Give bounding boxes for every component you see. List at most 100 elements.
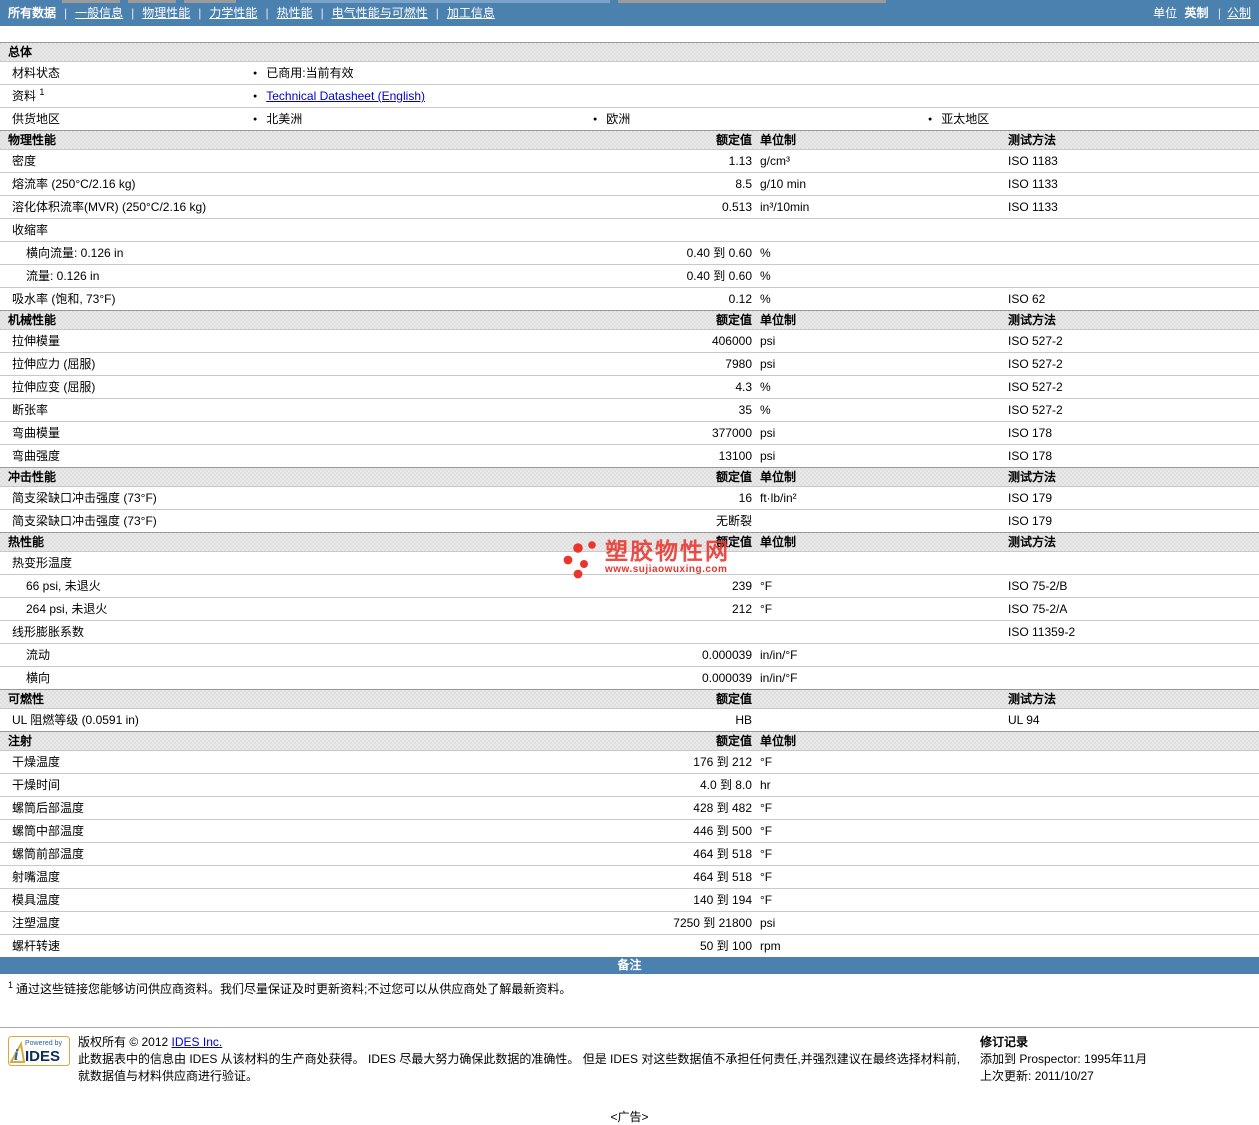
row-label: 264 psi, 未退火	[26, 602, 108, 616]
disclaimer-line-1: 此数据表中的信息由 IDES 从该材料的生产商处获得。 IDES 尽最大努力确保…	[78, 1052, 961, 1066]
nav-item-4[interactable]: 热性能	[277, 6, 313, 20]
bullet-text: 已商用:当前有效	[266, 66, 354, 80]
section-header-thermal: 热性能 额定值 单位制 测试方法	[0, 532, 1259, 551]
revision-record: 修订记录 添加到 Prospector: 1995年11月 上次更新: 2011…	[980, 1034, 1147, 1085]
row-value: 8.5	[735, 177, 752, 191]
section-title: 冲击性能	[8, 470, 57, 484]
property-tables: 总体 材料状态 ● 已商用:当前有效 资料 1 ● Technical Datasheet …	[0, 42, 1259, 957]
section-title: 机械性能	[8, 313, 57, 327]
bullet-item: ● 欧洲	[593, 108, 630, 131]
row-test-method: ISO 527-2	[1008, 334, 1063, 348]
copyright-line: 版权所有 © 2012 IDES Inc.	[78, 1034, 960, 1051]
row-unit: %	[760, 292, 771, 306]
column-header-unit: 单位制	[760, 734, 797, 748]
table-row: 横向流量: 0.126 in 0.40 到 0.60%	[0, 241, 1259, 264]
row-value: 0.513	[721, 200, 752, 214]
row-test-method: ISO 527-2	[1008, 357, 1063, 371]
unit-imperial-current[interactable]: 英制	[1185, 6, 1209, 20]
revision-added-label: 添加到 Prospector:	[980, 1052, 1081, 1066]
column-header-value: 额定值	[715, 692, 752, 706]
row-label: 材料状态	[12, 66, 61, 80]
table-row: 拉伸应变 (屈服) 4.3% ISO 527-2	[0, 375, 1259, 398]
row-value: 176 到 212	[693, 755, 752, 769]
revision-updated-value: 2011/10/27	[1034, 1069, 1094, 1083]
ides-logo: i Powered by IDES	[8, 1036, 70, 1069]
table-row: 线形膨胀系数 ISO 11359-2	[0, 620, 1259, 643]
row-test-method: ISO 1133	[1008, 177, 1058, 191]
row-unit: psi	[760, 426, 776, 440]
row-test-method: ISO 1183	[1008, 154, 1058, 168]
row-value: 377000	[711, 426, 752, 440]
row-unit: in/in/°F	[760, 671, 798, 685]
nav-item-2[interactable]: 物理性能	[142, 6, 190, 20]
table-row: 弯曲强度 13100 psi ISO 178	[0, 444, 1259, 467]
nav-item-3[interactable]: 力学性能	[209, 6, 257, 20]
table-row: 简支梁缺口冲击强度 (73°F) 无断裂 ISO 179	[0, 509, 1259, 532]
column-header-value: 额定值	[715, 535, 752, 549]
table-row: 溶化体积流率(MVR) (250°C/2.16 kg) 0.513 in³/10mi…	[0, 195, 1259, 218]
nav-separator: |	[131, 6, 135, 20]
nav-separator: |	[198, 6, 202, 20]
section-header-flammability: 可燃性 额定值 测试方法	[0, 689, 1259, 708]
nav-separator: |	[435, 6, 439, 20]
datasheet-link[interactable]: Technical Datasheet (English)	[266, 89, 425, 103]
table-row: 供货地区 ● 北美洲 ● 欧洲 ● 亚太地区	[0, 107, 1259, 130]
table-row: 热变形温度	[0, 551, 1259, 574]
row-label: 弯曲强度	[12, 449, 61, 463]
nav-separator: |	[320, 6, 324, 20]
bullet-text: 亚太地区	[941, 112, 990, 126]
column-header-method: 测试方法	[1008, 470, 1057, 484]
row-value: 4.3	[735, 380, 752, 394]
section-general: 总体 材料状态 ● 已商用:当前有效 资料 1 ● Technical Datasheet …	[0, 42, 1259, 130]
row-test-method: ISO 1133	[1008, 200, 1058, 214]
datasheet-page: 所有数据 | 一般信息 | 物理性能 | 力学性能 | 热性能 | 电气性能与可燃性 | 加工信息 单位…	[0, 0, 1259, 1125]
bullet-icon: ●	[253, 116, 258, 123]
ides-inc-link[interactable]: IDES Inc.	[172, 1035, 223, 1049]
bullet-item: ● 已商用:当前有效	[253, 62, 354, 85]
table-row: 螺筒后部温度 428 到 482 °F	[0, 796, 1259, 819]
row-label: 横向流量: 0.126 in	[26, 246, 124, 260]
section-header-physical: 物理性能 额定值 单位制 测试方法	[0, 130, 1259, 149]
table-row: 简支梁缺口冲击强度 (73°F) 16 ft·lb/in² ISO 179	[0, 486, 1259, 509]
column-header-method: 测试方法	[1008, 133, 1057, 147]
row-label: 溶化体积流率(MVR) (250°C/2.16 kg)	[12, 200, 207, 214]
row-test-method: ISO 62	[1008, 292, 1046, 306]
remark-section-header: 备注	[0, 957, 1259, 974]
unit-metric-link[interactable]: 公制	[1227, 6, 1251, 20]
section-impact: 冲击性能 额定值 单位制 测试方法 简支梁缺口冲击强度 (73°F) 16 ft·lb/in…	[0, 467, 1259, 532]
row-unit: psi	[760, 449, 776, 463]
row-test-method: ISO 75-2/B	[1008, 579, 1068, 593]
svg-text:i: i	[14, 1047, 19, 1064]
nav-item-6[interactable]: 加工信息	[447, 6, 495, 20]
row-label: 拉伸模量	[12, 334, 61, 348]
section-title: 物理性能	[8, 133, 57, 147]
disclaimer-line-2: 就数据值与材料供应商进行验证。	[78, 1069, 259, 1083]
nav-item-5[interactable]: 电气性能与可燃性	[332, 6, 428, 20]
table-row: 密度 1.13 g/cm³ ISO 1183	[0, 149, 1259, 172]
bullet-icon: ●	[253, 93, 258, 100]
table-row: 吸水率 (饱和, 73°F) 0.12% ISO 62	[0, 287, 1259, 310]
bullet-item: ● Technical Datasheet (English)	[253, 85, 425, 108]
row-label: 射嘴温度	[12, 870, 61, 884]
row-unit: psi	[760, 357, 776, 371]
row-unit: °F	[760, 602, 773, 616]
footnote-marker: 1	[8, 980, 14, 990]
row-value: HB	[735, 713, 752, 727]
copyright-block: 版权所有 © 2012 IDES Inc. 此数据表中的信息由 IDES 从该材…	[78, 1034, 960, 1085]
nav-item-0[interactable]: 所有数据	[8, 6, 56, 20]
table-row: 干燥时间 4.0 到 8.0 hr	[0, 773, 1259, 796]
bullet-item: ● 亚太地区	[928, 108, 989, 131]
revision-title: 修订记录	[980, 1035, 1029, 1049]
table-row: 弯曲模量 377000 psi ISO 178	[0, 421, 1259, 444]
column-header-value: 额定值	[715, 470, 752, 484]
column-header-unit: 单位制	[760, 313, 797, 327]
footnote-ref: 1	[39, 87, 45, 97]
row-label: 干燥时间	[12, 778, 61, 792]
nav-item-1[interactable]: 一般信息	[75, 6, 123, 20]
section-header-general: 总体	[0, 42, 1259, 61]
row-value: 239	[731, 579, 752, 593]
column-header-method: 测试方法	[1008, 313, 1057, 327]
units-label: 单位	[1153, 6, 1178, 20]
row-value: 0.000039	[701, 671, 752, 685]
row-label: 注塑温度	[12, 916, 61, 930]
